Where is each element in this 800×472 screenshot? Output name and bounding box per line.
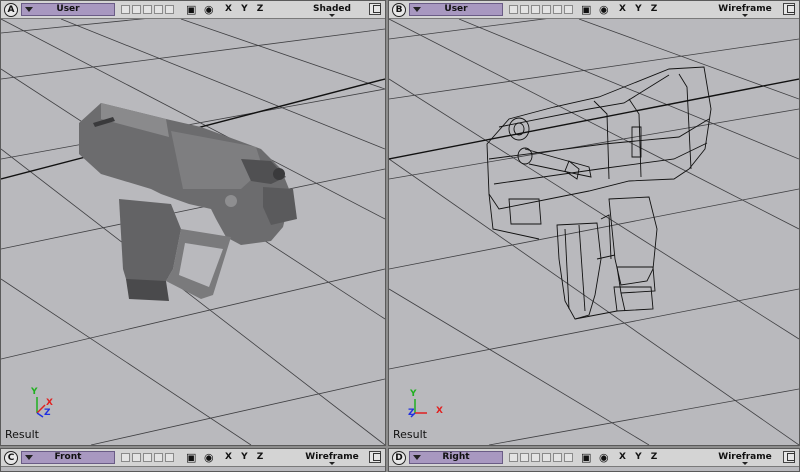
camera-icon[interactable]: ▣ bbox=[186, 3, 196, 16]
camera-label: User bbox=[444, 4, 468, 14]
grid-axis-line bbox=[389, 78, 799, 160]
chevron-down-icon bbox=[413, 7, 421, 12]
axis-z-label: Z bbox=[44, 408, 51, 418]
camera-dropdown[interactable]: User bbox=[409, 3, 503, 16]
camera-icon[interactable]: ▣ bbox=[581, 451, 591, 464]
camera-label: Right bbox=[442, 452, 470, 462]
viewport-canvas[interactable] bbox=[1, 19, 385, 445]
maximize-button[interactable] bbox=[783, 451, 795, 463]
layout-square[interactable] bbox=[143, 453, 152, 462]
display-mode-dropdown[interactable]: Wireframe bbox=[711, 451, 779, 465]
pistol-model-shaded bbox=[79, 103, 297, 301]
layout-square[interactable] bbox=[553, 5, 562, 14]
chevron-down-icon bbox=[25, 455, 33, 460]
layout-square[interactable] bbox=[542, 453, 551, 462]
camera-dropdown[interactable]: Front bbox=[21, 451, 115, 464]
eye-icon[interactable]: ◉ bbox=[204, 451, 214, 464]
layout-square[interactable] bbox=[154, 453, 163, 462]
eye-icon[interactable]: ◉ bbox=[204, 3, 214, 16]
layout-square[interactable] bbox=[564, 453, 573, 462]
chevron-down-icon bbox=[742, 462, 748, 465]
camera-icon[interactable]: ▣ bbox=[186, 451, 196, 464]
layout-square[interactable] bbox=[143, 5, 152, 14]
axis-labels[interactable]: X Y Z bbox=[619, 452, 660, 462]
layout-square[interactable] bbox=[509, 5, 518, 14]
axis-x-label: X bbox=[46, 398, 53, 408]
display-mode-label: Shaded bbox=[313, 4, 351, 14]
ground-grid bbox=[389, 19, 799, 445]
viewport-d[interactable]: D Right ▣ ◉ X Y Z Wireframe bbox=[388, 448, 800, 472]
viewport-header: C Front ▣ ◉ X Y Z Wireframe bbox=[1, 449, 385, 467]
display-mode-label: Wireframe bbox=[718, 4, 772, 14]
viewport-b[interactable]: B User ▣ ◉ X Y Z Wireframe Y X Z Result bbox=[388, 0, 800, 446]
camera-icon[interactable]: ▣ bbox=[581, 3, 591, 16]
axis-y-label: Y bbox=[410, 389, 417, 399]
maximize-button[interactable] bbox=[783, 3, 795, 15]
axis-y-label: Y bbox=[31, 387, 38, 397]
layout-square[interactable] bbox=[509, 453, 518, 462]
layout-square[interactable] bbox=[564, 5, 573, 14]
viewport-letter[interactable]: D bbox=[392, 451, 406, 465]
viewport-header: A User ▣ ◉ X Y Z Shaded bbox=[1, 1, 385, 19]
viewport-header: B User ▣ ◉ X Y Z Wireframe bbox=[389, 1, 799, 19]
axis-labels[interactable]: X Y Z bbox=[225, 4, 266, 14]
layout-square[interactable] bbox=[132, 453, 141, 462]
layout-square[interactable] bbox=[520, 453, 529, 462]
display-mode-dropdown[interactable]: Wireframe bbox=[301, 451, 363, 465]
viewport-canvas[interactable] bbox=[389, 19, 799, 445]
camera-dropdown[interactable]: Right bbox=[409, 451, 503, 464]
maximize-button[interactable] bbox=[369, 3, 381, 15]
pistol-model-wireframe bbox=[486, 66, 712, 320]
display-mode-dropdown[interactable]: Wireframe bbox=[711, 3, 779, 17]
z-axis-line bbox=[36, 412, 44, 418]
layout-square[interactable] bbox=[553, 453, 562, 462]
axis-labels[interactable]: X Y Z bbox=[225, 452, 266, 462]
eye-icon[interactable]: ◉ bbox=[599, 451, 609, 464]
viewport-c[interactable]: C Front ▣ ◉ X Y Z Wireframe bbox=[0, 448, 386, 472]
layout-square[interactable] bbox=[520, 5, 529, 14]
axis-labels[interactable]: X Y Z bbox=[619, 4, 660, 14]
layout-square[interactable] bbox=[531, 5, 540, 14]
display-mode-dropdown[interactable]: Shaded bbox=[301, 3, 363, 17]
layout-square[interactable] bbox=[531, 453, 540, 462]
viewport-footer-label: Result bbox=[393, 428, 427, 441]
chevron-down-icon bbox=[742, 14, 748, 17]
chevron-down-icon bbox=[413, 455, 421, 460]
layout-square[interactable] bbox=[154, 5, 163, 14]
chevron-down-icon bbox=[329, 14, 335, 17]
viewport-letter[interactable]: B bbox=[392, 3, 406, 17]
display-mode-label: Wireframe bbox=[718, 452, 772, 462]
viewport-header: D Right ▣ ◉ X Y Z Wireframe bbox=[389, 449, 799, 467]
display-mode-label: Wireframe bbox=[305, 452, 359, 462]
axis-x-label: X bbox=[436, 406, 443, 416]
camera-dropdown[interactable]: User bbox=[21, 3, 115, 16]
viewport-letter[interactable]: A bbox=[4, 3, 18, 17]
camera-label: User bbox=[56, 4, 80, 14]
maximize-button[interactable] bbox=[369, 451, 381, 463]
camera-label: Front bbox=[54, 452, 82, 462]
layout-square[interactable] bbox=[542, 5, 551, 14]
chevron-down-icon bbox=[25, 7, 33, 12]
eye-icon[interactable]: ◉ bbox=[599, 3, 609, 16]
axis-z-label: Z bbox=[408, 408, 415, 418]
layout-square[interactable] bbox=[121, 453, 130, 462]
chevron-down-icon bbox=[329, 462, 335, 465]
viewport-a[interactable]: A User ▣ ◉ X Y Z Shaded Y X Z Result bbox=[0, 0, 386, 446]
layout-square[interactable] bbox=[121, 5, 130, 14]
viewport-letter[interactable]: C bbox=[4, 451, 18, 465]
layout-square[interactable] bbox=[165, 453, 174, 462]
viewport-footer-label: Result bbox=[5, 428, 39, 441]
layout-square[interactable] bbox=[132, 5, 141, 14]
layout-square[interactable] bbox=[165, 5, 174, 14]
